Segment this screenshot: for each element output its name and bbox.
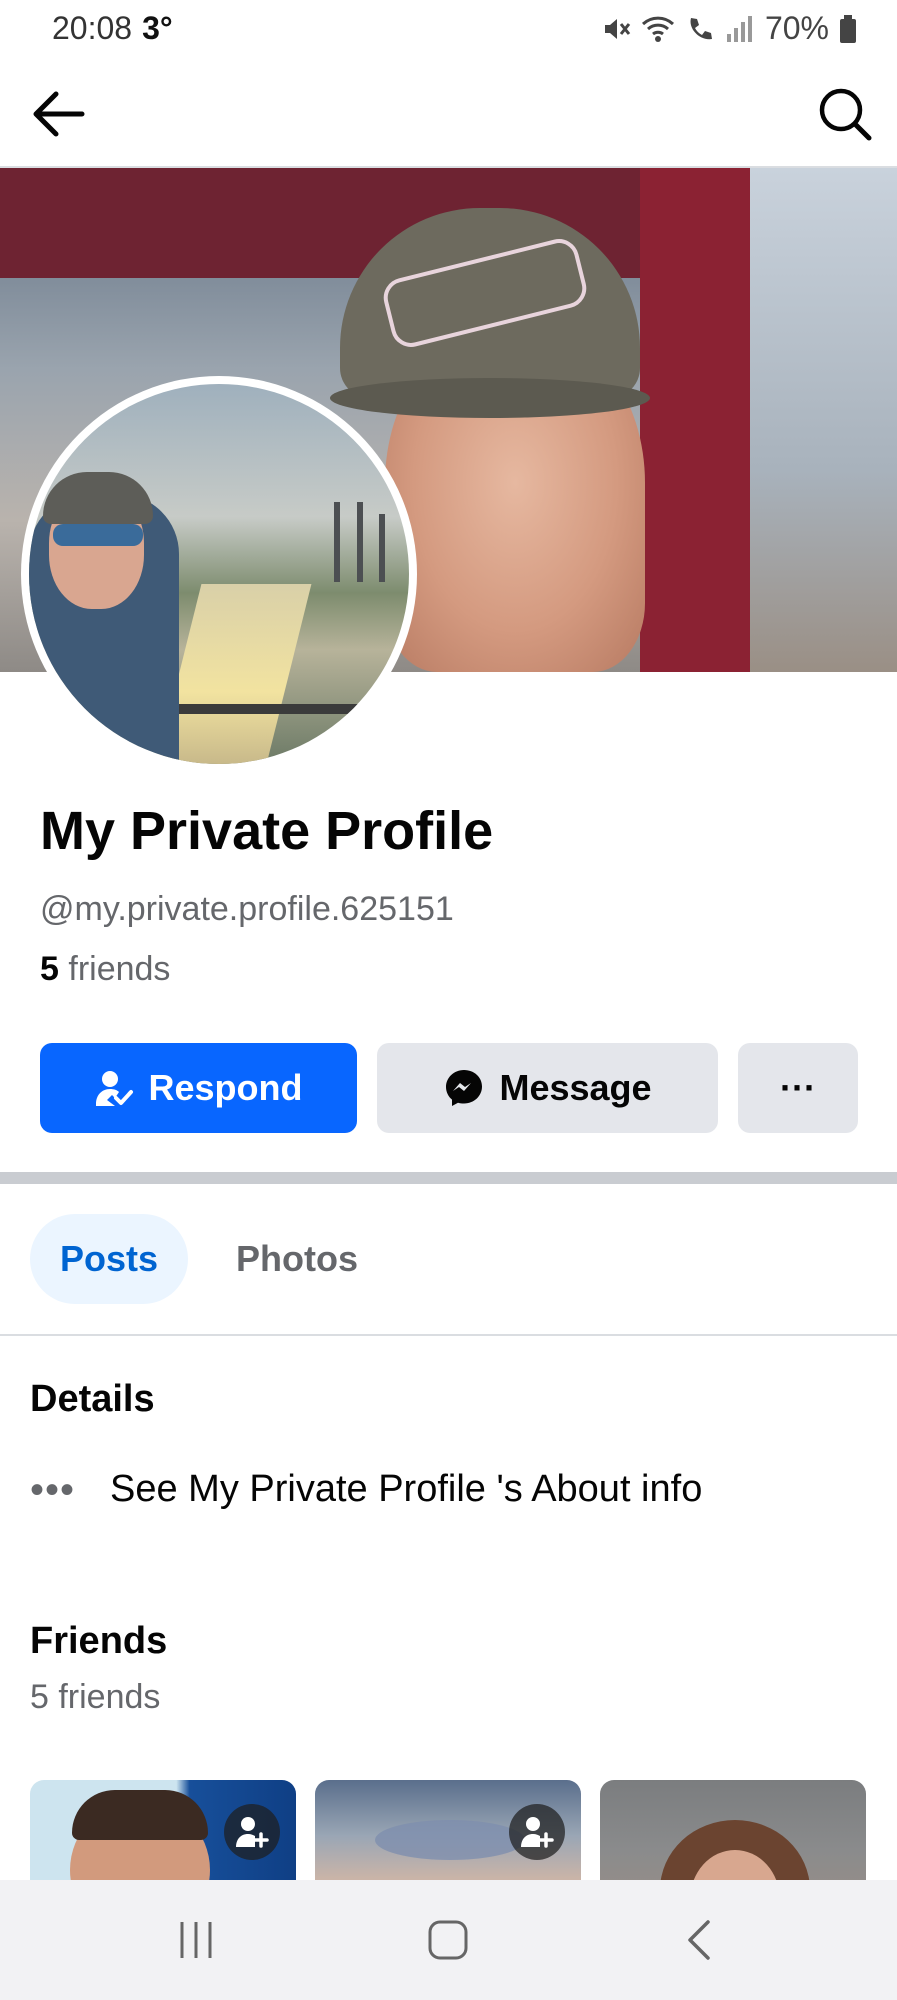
person-cap (43, 472, 153, 524)
profile-tabs: Posts Photos (0, 1184, 897, 1336)
chimney (334, 502, 340, 582)
sunglasses (53, 524, 143, 546)
friend-cards (30, 1780, 870, 1880)
home-button[interactable] (408, 1910, 488, 1970)
status-bar: 20:08 3° 70% (0, 0, 897, 58)
about-info-text: See My Private Profile 's About info (110, 1468, 703, 1510)
temperature: 3° (142, 10, 173, 46)
messenger-icon (446, 1070, 483, 1106)
recents-button[interactable] (156, 1910, 236, 1970)
friend-card[interactable] (600, 1780, 866, 1880)
top-nav (0, 58, 897, 168)
friends-heading: Friends (30, 1620, 168, 1662)
chimney (379, 514, 385, 582)
about-info-link[interactable]: ••• See My Private Profile 's About info (30, 1468, 702, 1511)
add-friend-button[interactable] (224, 1804, 280, 1860)
cover-sky (750, 168, 897, 672)
clock: 20:08 (52, 10, 133, 46)
status-icons: 70% (601, 10, 857, 47)
back-button[interactable] (28, 86, 88, 142)
add-friend-icon (236, 1817, 269, 1848)
friends-number: 5 (40, 950, 59, 988)
search-button[interactable] (815, 84, 875, 144)
avatar[interactable] (21, 376, 417, 772)
chimney (357, 502, 363, 582)
more-options-icon: ··· (780, 1067, 816, 1108)
message-button[interactable]: Message (377, 1043, 718, 1133)
battery-icon (839, 14, 857, 44)
more-options-button[interactable]: ··· (738, 1043, 858, 1133)
signal-icon (725, 14, 755, 44)
respond-button[interactable]: Respond (40, 1043, 357, 1133)
details-heading: Details (30, 1378, 155, 1420)
friends-count-text: 5 friends (30, 1678, 161, 1716)
search-icon (819, 88, 872, 141)
mute-icon (601, 14, 631, 44)
add-friend-button[interactable] (509, 1804, 565, 1860)
tab-posts[interactable]: Posts (30, 1214, 189, 1304)
chevron-left-icon (688, 1920, 710, 1960)
canal (156, 584, 312, 764)
profile-name: My Private Profile (40, 801, 494, 861)
friends-label: friends (68, 950, 171, 988)
recents-icon (180, 1922, 212, 1958)
friend-card[interactable] (315, 1780, 581, 1880)
cap-brim (330, 378, 650, 418)
friend-hair (72, 1790, 208, 1840)
railing (159, 704, 409, 714)
wifi-icon (641, 14, 675, 44)
section-divider (0, 1172, 897, 1184)
profile-friends-count[interactable]: 5 friends (40, 950, 170, 989)
tab-photos[interactable]: Photos (206, 1214, 388, 1304)
add-friend-icon (521, 1817, 554, 1848)
status-time: 20:08 3° (52, 10, 173, 47)
friend-card[interactable] (30, 1780, 296, 1880)
profile-handle: @my.private.profile.625151 (40, 890, 454, 928)
more-dots-icon: ••• (30, 1467, 76, 1512)
wifi-call-icon (685, 14, 715, 44)
home-icon (428, 1920, 468, 1960)
respond-label: Respond (148, 1067, 303, 1108)
system-back-button[interactable] (660, 1910, 740, 1970)
user-check-icon (96, 1071, 134, 1106)
message-label: Message (499, 1067, 652, 1108)
avatar-photo (29, 384, 409, 764)
system-nav-bar (0, 1880, 897, 2000)
cover-pillar (640, 168, 750, 672)
battery-level: 70% (764, 10, 829, 46)
arrow-left-icon (33, 91, 85, 137)
friend-photo (375, 1820, 525, 1860)
